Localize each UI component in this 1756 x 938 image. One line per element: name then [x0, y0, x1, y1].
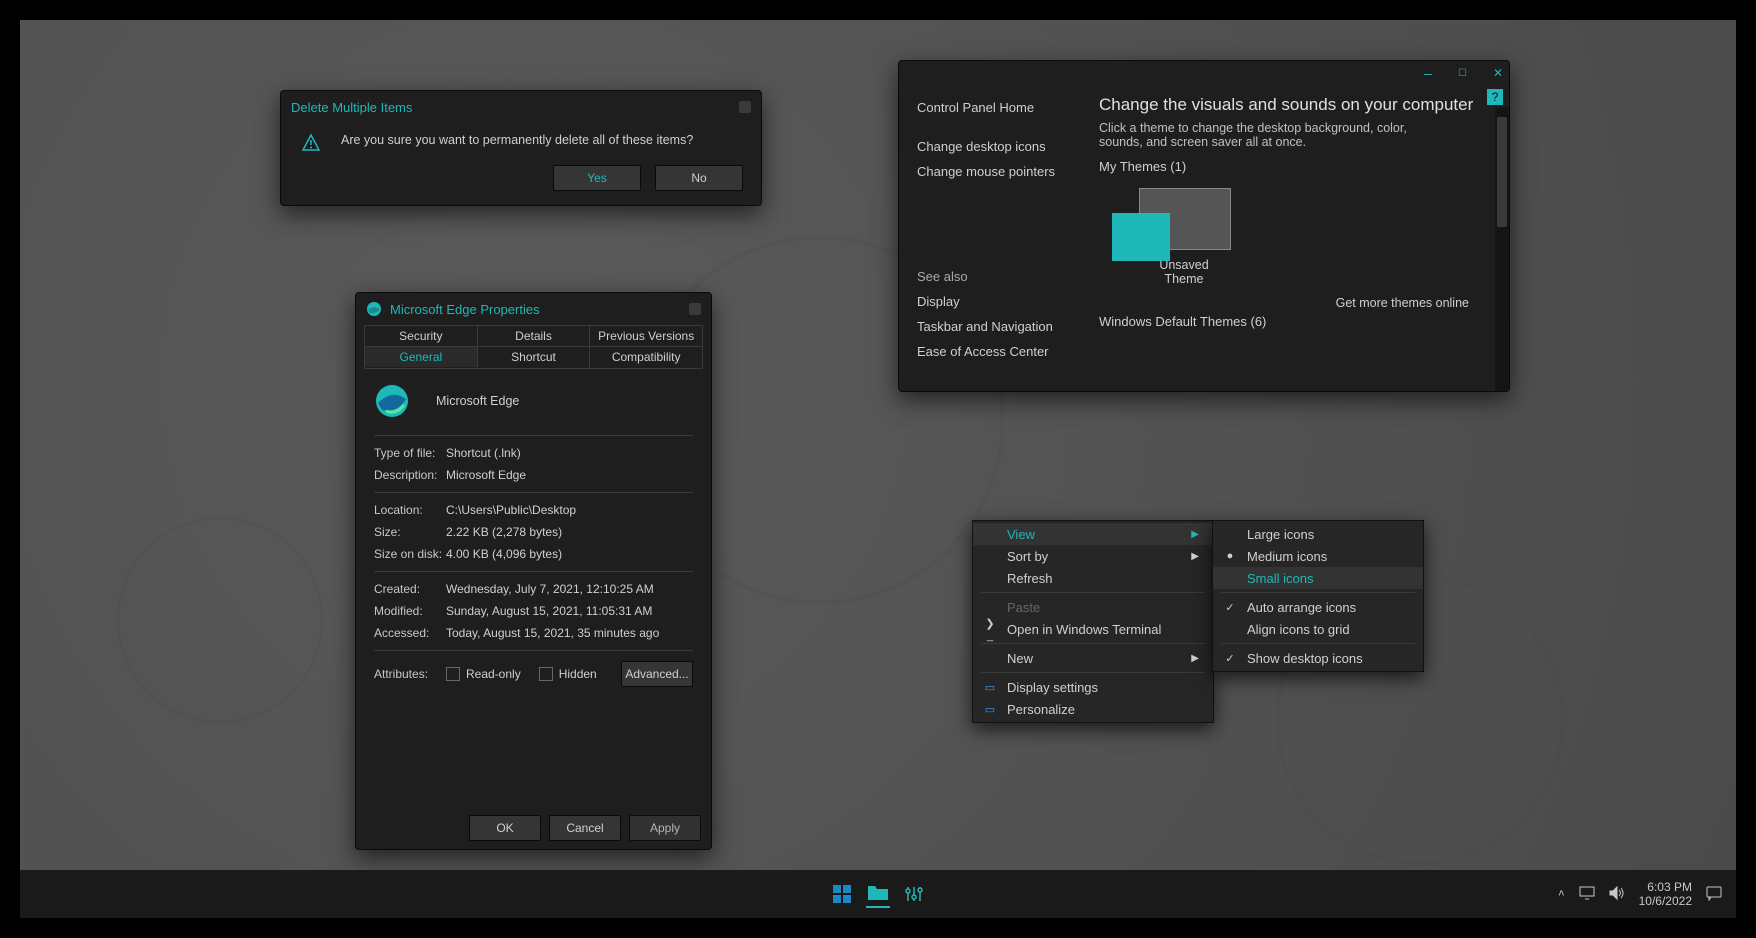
properties-window: Microsoft Edge Properties Security Detai…	[355, 292, 712, 850]
yes-button[interactable]: Yes	[553, 165, 641, 191]
size-value: 2.22 KB (2,278 bytes)	[446, 525, 562, 539]
type-value: Shortcut (.lnk)	[446, 446, 521, 460]
tab-compatibility[interactable]: Compatibility	[590, 347, 702, 368]
context-menu: View▶ Sort by▶ Refresh Paste ❯_Open in W…	[972, 520, 1214, 723]
close-icon[interactable]: ✕	[1493, 66, 1503, 80]
edge-app-icon	[374, 383, 410, 419]
taskbar: ˄ 6:03 PM 10/6/2022	[20, 870, 1736, 918]
check-icon: ✓	[1223, 601, 1237, 614]
minimize-icon[interactable]: ‒	[1424, 65, 1432, 81]
properties-title: Microsoft Edge Properties	[390, 302, 540, 317]
modified-label: Modified:	[374, 604, 446, 618]
accessed-value: Today, August 15, 2021, 35 minutes ago	[446, 626, 659, 640]
file-explorer-icon[interactable]	[866, 880, 890, 908]
cp-desktop-icons[interactable]: Change desktop icons	[917, 134, 1097, 159]
tab-details[interactable]: Details	[478, 326, 591, 346]
chevron-right-icon: ▶	[1191, 551, 1199, 562]
check-icon: ✓	[1223, 652, 1237, 665]
settings-sliders-icon[interactable]	[902, 882, 926, 906]
help-icon[interactable]: ?	[1487, 89, 1503, 105]
scrollbar[interactable]	[1495, 107, 1509, 391]
theme-unsaved[interactable]: Unsaved Theme	[1139, 174, 1229, 286]
get-more-themes[interactable]: Get more themes online	[1336, 296, 1469, 310]
control-panel-window: ‒ ☐ ✕ ? Control Panel Home Change deskto…	[898, 60, 1510, 392]
monitor-tray-icon[interactable]	[1579, 886, 1595, 903]
monitor-icon: ▭	[983, 681, 997, 694]
menu-personalize[interactable]: ▭Personalize	[973, 698, 1213, 720]
tab-security[interactable]: Security	[365, 326, 478, 346]
tab-previous-versions[interactable]: Previous Versions	[590, 326, 702, 346]
menu-paste: Paste	[973, 596, 1213, 618]
menu-medium-icons[interactable]: ●Medium icons	[1213, 545, 1423, 567]
terminal-icon: ❯_	[983, 617, 997, 642]
tab-general[interactable]: General	[365, 347, 478, 368]
my-themes-label: My Themes (1)	[1099, 159, 1489, 174]
dialog-message: Are you sure you want to permanently del…	[341, 131, 743, 147]
theme-name: Unsaved Theme	[1139, 258, 1229, 286]
volume-icon[interactable]	[1609, 886, 1625, 903]
radio-selected-icon: ●	[1223, 550, 1237, 562]
menu-terminal[interactable]: ❯_Open in Windows Terminal	[973, 618, 1213, 640]
menu-large-icons[interactable]: Large icons	[1213, 523, 1423, 545]
close-icon[interactable]	[689, 303, 701, 315]
personalize-icon: ▭	[983, 703, 997, 716]
type-label: Type of file:	[374, 446, 446, 460]
tray-chevron-icon[interactable]: ˄	[1558, 888, 1564, 900]
desktop[interactable]: Delete Multiple Items Are you sure you w…	[20, 20, 1736, 918]
cp-mouse-pointers[interactable]: Change mouse pointers	[917, 159, 1097, 184]
desc-value: Microsoft Edge	[446, 468, 526, 482]
location-value: C:\Users\Public\Desktop	[446, 503, 576, 517]
size-label: Size:	[374, 525, 446, 539]
notifications-icon[interactable]	[1706, 885, 1722, 904]
file-name: Microsoft Edge	[436, 394, 519, 408]
readonly-checkbox[interactable]: Read-only	[446, 667, 521, 681]
edge-icon	[366, 301, 382, 317]
menu-new[interactable]: New▶	[973, 647, 1213, 669]
ok-button[interactable]: OK	[469, 815, 541, 841]
taskbar-time[interactable]: 6:03 PM	[1639, 880, 1692, 894]
attributes-label: Attributes:	[374, 667, 446, 681]
hidden-checkbox[interactable]: Hidden	[539, 667, 597, 681]
taskbar-date[interactable]: 10/6/2022	[1639, 894, 1692, 908]
desc-label: Description:	[374, 468, 446, 482]
menu-sort-by[interactable]: Sort by▶	[973, 545, 1213, 567]
disk-label: Size on disk:	[374, 547, 446, 561]
delete-dialog: Delete Multiple Items Are you sure you w…	[280, 90, 762, 206]
cp-ease-of-access[interactable]: Ease of Access Center	[917, 339, 1097, 364]
see-also-heading: See also	[917, 264, 1097, 289]
disk-value: 4.00 KB (4,096 bytes)	[446, 547, 562, 561]
cp-subheading: Click a theme to change the desktop back…	[1099, 121, 1439, 149]
advanced-button[interactable]: Advanced...	[621, 661, 693, 687]
tab-shortcut[interactable]: Shortcut	[478, 347, 591, 368]
created-value: Wednesday, July 7, 2021, 12:10:25 AM	[446, 582, 654, 596]
chevron-right-icon: ▶	[1191, 529, 1199, 540]
menu-refresh[interactable]: Refresh	[973, 567, 1213, 589]
cp-heading: Change the visuals and sounds on your co…	[1099, 95, 1489, 115]
menu-show-desktop[interactable]: ✓Show desktop icons	[1213, 647, 1423, 669]
menu-align-grid[interactable]: Align icons to grid	[1213, 618, 1423, 640]
cp-home[interactable]: Control Panel Home	[917, 95, 1097, 120]
apply-button[interactable]: Apply	[629, 815, 701, 841]
menu-auto-arrange[interactable]: ✓Auto arrange icons	[1213, 596, 1423, 618]
menu-display-settings[interactable]: ▭Display settings	[973, 676, 1213, 698]
no-button[interactable]: No	[655, 165, 743, 191]
accessed-label: Accessed:	[374, 626, 446, 640]
chevron-right-icon: ▶	[1191, 653, 1199, 664]
context-submenu-view: Large icons ●Medium icons Small icons ✓A…	[1212, 520, 1424, 672]
dialog-title: Delete Multiple Items	[291, 100, 412, 115]
cp-taskbar-nav[interactable]: Taskbar and Navigation	[917, 314, 1097, 339]
menu-view[interactable]: View▶	[973, 523, 1213, 545]
modified-value: Sunday, August 15, 2021, 11:05:31 AM	[446, 604, 652, 618]
location-label: Location:	[374, 503, 446, 517]
cancel-button[interactable]: Cancel	[549, 815, 621, 841]
close-icon[interactable]	[739, 101, 751, 113]
default-themes-label: Windows Default Themes (6)	[1099, 314, 1489, 329]
warning-icon	[299, 131, 323, 155]
start-button[interactable]	[830, 882, 854, 906]
maximize-icon[interactable]: ☐	[1458, 68, 1467, 79]
created-label: Created:	[374, 582, 446, 596]
cp-display[interactable]: Display	[917, 289, 1097, 314]
menu-small-icons[interactable]: Small icons	[1213, 567, 1423, 589]
